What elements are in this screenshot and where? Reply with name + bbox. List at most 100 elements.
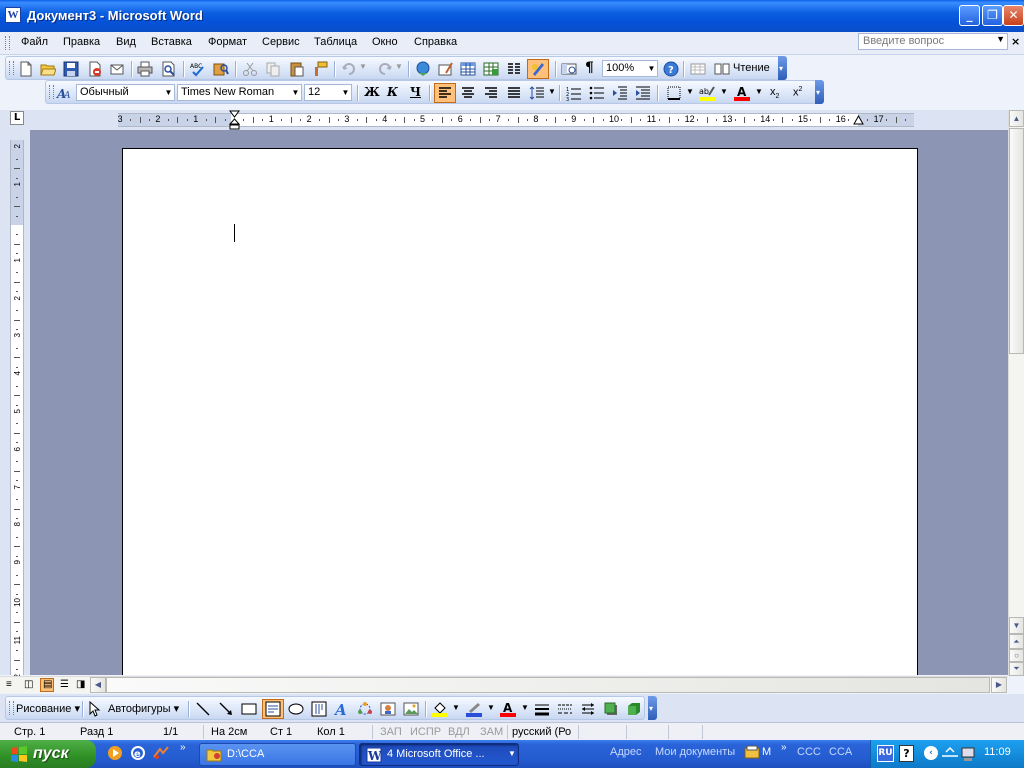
3d-style-icon[interactable]	[626, 701, 642, 717]
permission-icon[interactable]	[87, 61, 103, 77]
chevron-down-icon[interactable]: ▼	[720, 87, 728, 96]
normal-view-icon[interactable]: ≡	[6, 679, 12, 690]
insert-worksheet-icon[interactable]	[483, 61, 499, 77]
autoshapes-menu-button[interactable]: Автофигуры ▾	[108, 702, 179, 715]
help-icon[interactable]: ?	[663, 61, 679, 77]
toolbar-app-icon[interactable]	[744, 745, 760, 761]
taskbar-button-word[interactable]: W 4 Microsoft Office ... ▼	[359, 743, 519, 766]
menu-edit[interactable]: Правка	[63, 36, 100, 48]
copy-icon[interactable]	[265, 61, 281, 77]
toolbar-grip[interactable]	[9, 701, 14, 715]
spelling-icon[interactable]: ABC	[190, 61, 206, 77]
status-column[interactable]: Кол 1	[317, 726, 345, 738]
align-right-icon[interactable]	[483, 85, 499, 101]
quicklaunch-more-icon[interactable]: »	[180, 742, 186, 753]
next-page-icon[interactable]: ⏷	[1009, 662, 1024, 676]
language-indicator[interactable]: RU	[877, 745, 894, 762]
toolbar-options-icon[interactable]	[815, 80, 824, 104]
rectangle-icon[interactable]	[241, 701, 257, 717]
right-indent-icon[interactable]	[853, 114, 864, 126]
chevron-down-icon[interactable]: ▼	[163, 85, 174, 100]
vertical-textbox-icon[interactable]	[311, 701, 327, 717]
diagram-icon[interactable]	[357, 701, 373, 717]
indent-markers-icon[interactable]	[229, 110, 240, 130]
media-player-icon[interactable]	[107, 745, 123, 761]
oval-icon[interactable]	[288, 701, 304, 717]
tray-item-ccc[interactable]: CCC	[797, 746, 821, 758]
zoom-select[interactable]: 100% ▼	[602, 60, 658, 77]
vertical-scrollbar[interactable]: ▲ ▼ ⏶ ○ ⏷	[1008, 110, 1024, 676]
research-icon[interactable]	[213, 61, 229, 77]
select-objects-icon[interactable]	[86, 701, 102, 717]
chevron-down-icon[interactable]: ▼	[452, 703, 460, 712]
redo-icon[interactable]	[377, 61, 393, 77]
tables-borders-icon[interactable]	[438, 61, 454, 77]
chevron-down-icon[interactable]: ▼	[395, 62, 403, 71]
previous-page-icon[interactable]: ⏶	[1009, 634, 1024, 649]
quicklaunch-app-icon[interactable]	[152, 745, 170, 761]
show-formatting-icon[interactable]: ¶	[585, 60, 594, 76]
tray-item-m[interactable]: M	[762, 746, 771, 758]
status-page[interactable]: Стр. 1	[14, 726, 45, 738]
align-center-icon[interactable]	[460, 85, 476, 101]
underline-button[interactable]: Ч	[410, 85, 421, 99]
italic-button[interactable]: К	[387, 85, 398, 99]
tray-item-cca[interactable]: CCA	[829, 746, 852, 758]
scroll-thumb[interactable]	[1009, 128, 1024, 354]
bullets-icon[interactable]	[589, 85, 605, 101]
network-icon[interactable]	[941, 746, 959, 762]
fill-color-icon[interactable]	[432, 701, 448, 717]
insert-picture-icon[interactable]	[403, 701, 419, 717]
status-pages[interactable]: 1/1	[163, 726, 178, 738]
toolbar-grip[interactable]	[49, 85, 54, 99]
decrease-indent-icon[interactable]	[612, 85, 628, 101]
chevron-down-icon[interactable]: ▼	[521, 703, 529, 712]
horizontal-scrollbar[interactable]: ≡ ◫ ▤ ☰ ◨ ◀ ▶	[0, 676, 1008, 693]
clipart-icon[interactable]	[380, 701, 396, 717]
font-size-select[interactable]: 12 ▼	[304, 84, 352, 101]
outline-view-icon[interactable]: ☰	[60, 679, 69, 690]
line-spacing-icon[interactable]	[529, 85, 545, 101]
shadow-style-icon[interactable]	[603, 701, 619, 717]
borders-icon[interactable]	[666, 85, 682, 101]
menu-tools[interactable]: Сервис	[262, 36, 300, 48]
document-page[interactable]	[122, 148, 918, 675]
columns-icon[interactable]	[506, 61, 522, 77]
chevron-down-icon[interactable]: ▼	[487, 703, 495, 712]
chevron-down-icon[interactable]: ▼	[646, 61, 657, 76]
status-position[interactable]: На 2см	[211, 726, 247, 738]
address-value[interactable]: Мои документы	[655, 746, 735, 758]
web-layout-icon[interactable]: ◫	[24, 679, 33, 690]
font-select[interactable]: Times New Roman ▼	[177, 84, 302, 101]
start-button[interactable]: пуск	[0, 740, 96, 768]
chevron-down-icon[interactable]: ▼	[996, 34, 1005, 44]
arrow-style-icon[interactable]	[580, 701, 596, 717]
menu-window[interactable]: Окно	[372, 36, 398, 48]
table-grid-icon[interactable]	[690, 61, 706, 77]
bold-button[interactable]: Ж	[364, 85, 380, 99]
superscript-icon[interactable]: x2	[793, 86, 802, 99]
menu-grip[interactable]	[5, 36, 10, 50]
status-record[interactable]: ЗАП	[380, 726, 402, 738]
menu-help[interactable]: Справка	[414, 36, 457, 48]
increase-indent-icon[interactable]	[635, 85, 651, 101]
toolbar-options-icon[interactable]	[648, 696, 657, 720]
browse-object-icon[interactable]: ○	[1009, 649, 1024, 662]
horizontal-scroll-thumb[interactable]	[106, 677, 990, 693]
numbering-icon[interactable]: 123	[566, 85, 582, 101]
chevron-down-icon[interactable]: ▼	[340, 85, 351, 100]
computer-tray-icon[interactable]	[961, 746, 977, 762]
undo-icon[interactable]	[341, 61, 357, 77]
highlight-icon[interactable]: ab	[699, 85, 715, 101]
insert-table-icon[interactable]	[460, 61, 476, 77]
new-document-icon[interactable]	[18, 61, 34, 77]
styles-icon[interactable]: AA	[56, 85, 72, 101]
line-icon[interactable]	[195, 701, 211, 717]
status-track-changes[interactable]: ИСПР	[410, 726, 441, 738]
drawing-toggle-button[interactable]	[527, 59, 549, 79]
open-folder-icon[interactable]	[40, 61, 56, 77]
print-preview-icon[interactable]	[161, 61, 177, 77]
cut-icon[interactable]	[242, 61, 258, 77]
document-map-icon[interactable]	[561, 61, 577, 77]
paste-icon[interactable]	[289, 61, 305, 77]
